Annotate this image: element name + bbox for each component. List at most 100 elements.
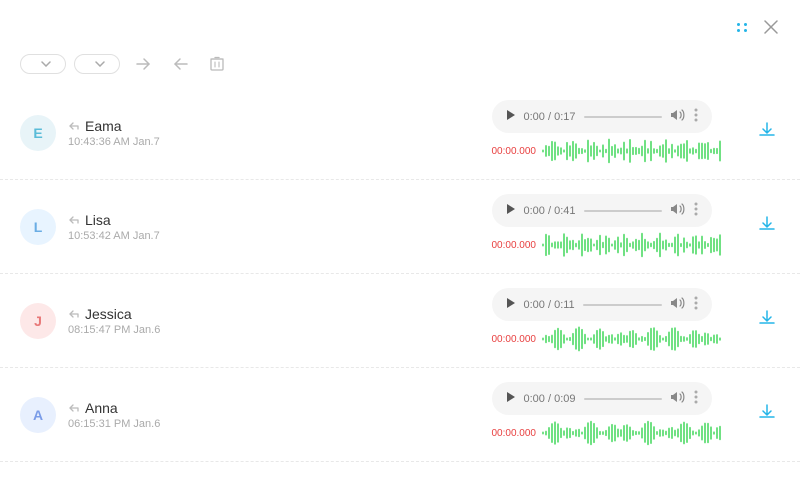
vertical-dots-icon <box>694 390 698 404</box>
waveform-time: 00:00.000 <box>492 334 537 345</box>
time-display: 0:00 / 0:11 <box>524 299 575 311</box>
close-button[interactable] <box>762 18 780 36</box>
download-icon <box>758 403 776 421</box>
title-bar-actions <box>735 18 780 36</box>
progress-bar[interactable] <box>584 398 662 400</box>
play-icon <box>506 297 516 309</box>
call-time: 06:15:31 PM Jan.6 <box>68 418 480 430</box>
player-wrapper: 0:00 / 0:09 <box>492 382 743 447</box>
download-button[interactable] <box>754 399 780 430</box>
player-card: 0:00 / 0:17 <box>492 100 712 133</box>
waveform <box>542 325 742 353</box>
waveform <box>542 419 742 447</box>
call-row: J Jessica 08:15:47 PM Jan.6 0:00 / 0:11 <box>0 274 800 368</box>
trash-icon <box>210 56 224 72</box>
more-options-icon[interactable] <box>694 202 698 219</box>
download-icon <box>758 121 776 139</box>
grid-icon-button[interactable] <box>735 21 750 34</box>
avatar: L <box>20 209 56 245</box>
volume-icon <box>670 108 686 125</box>
close-icon <box>764 20 778 34</box>
reply-call-icon <box>68 121 80 131</box>
volume-icon <box>670 296 686 313</box>
play-button[interactable] <box>506 203 516 218</box>
top-contacts-dropdown[interactable] <box>20 54 66 74</box>
call-info: Lisa 10:53:42 AM Jan.7 <box>68 212 480 242</box>
call-time: 10:43:36 AM Jan.7 <box>68 136 480 148</box>
chevron-down-icon-2 <box>95 61 105 67</box>
calls-list: E Eama 10:43:36 AM Jan.7 0:00 / 0:17 <box>0 86 800 486</box>
play-icon <box>506 391 516 403</box>
time-display: 0:00 / 0:17 <box>524 111 576 123</box>
volume-icon <box>670 202 686 219</box>
call-info: Eama 10:43:36 AM Jan.7 <box>68 118 480 148</box>
time-display: 0:00 / 0:41 <box>524 205 576 217</box>
more-options-icon[interactable] <box>694 296 698 313</box>
waveform-row: 00:00.000 <box>492 417 743 447</box>
volume-icon <box>670 390 686 407</box>
call-time: 08:15:47 PM Jan.6 <box>68 324 480 336</box>
download-icon <box>758 215 776 233</box>
progress-bar[interactable] <box>583 304 662 306</box>
reply-call-icon <box>68 215 80 225</box>
toolbar <box>0 46 800 86</box>
reply-button[interactable] <box>166 52 196 76</box>
waveform-row: 00:00.000 <box>492 229 743 259</box>
call-name: Jessica <box>68 306 480 322</box>
waveform-row: 00:00.000 <box>492 323 743 353</box>
time-display: 0:00 / 0:09 <box>524 393 576 405</box>
call-row: A Anna 06:15:31 PM Jan.6 0:00 / 0:09 <box>0 368 800 462</box>
call-row: E Eama 10:43:36 AM Jan.7 0:00 / 0:17 <box>0 86 800 180</box>
reply-call-icon <box>68 403 80 413</box>
vertical-dots-icon <box>694 296 698 310</box>
avatar: J <box>20 303 56 339</box>
progress-bar[interactable] <box>584 210 662 212</box>
waveform-time: 00:00.000 <box>492 428 537 439</box>
waveform-time: 00:00.000 <box>492 146 537 157</box>
play-button[interactable] <box>506 391 516 406</box>
play-icon <box>506 203 516 215</box>
download-button[interactable] <box>754 211 780 242</box>
more-options-icon[interactable] <box>694 390 698 407</box>
play-button[interactable] <box>506 297 516 312</box>
waveform-row: 00:00.000 <box>492 135 743 165</box>
delete-button[interactable] <box>204 52 230 76</box>
waveform <box>542 231 742 259</box>
dots-grid-icon <box>737 23 748 32</box>
whatsapp-dropdown[interactable] <box>74 54 120 74</box>
call-info: Jessica 08:15:47 PM Jan.6 <box>68 306 480 336</box>
call-name: Eama <box>68 118 480 134</box>
call-name: Lisa <box>68 212 480 228</box>
waveform <box>542 137 742 165</box>
download-button[interactable] <box>754 305 780 336</box>
reply-icon <box>172 56 190 72</box>
player-card: 0:00 / 0:41 <box>492 194 712 227</box>
volume-svg <box>670 202 686 216</box>
download-icon <box>758 309 776 327</box>
reply-call-icon <box>68 309 80 319</box>
player-card: 0:00 / 0:09 <box>492 382 712 415</box>
forward-button[interactable] <box>128 52 158 76</box>
vertical-dots-icon <box>694 108 698 122</box>
volume-svg <box>670 108 686 122</box>
progress-bar[interactable] <box>584 116 662 118</box>
avatar: E <box>20 115 56 151</box>
player-wrapper: 0:00 / 0:17 <box>492 100 743 165</box>
call-info: Anna 06:15:31 PM Jan.6 <box>68 400 480 430</box>
player-wrapper: 0:00 / 0:41 <box>492 194 743 259</box>
call-time: 10:53:42 AM Jan.7 <box>68 230 480 242</box>
waveform-time: 00:00.000 <box>492 240 537 251</box>
player-wrapper: 0:00 / 0:11 <box>492 288 743 353</box>
forward-icon <box>134 56 152 72</box>
vertical-dots-icon <box>694 202 698 216</box>
more-options-icon[interactable] <box>694 108 698 125</box>
player-card: 0:00 / 0:11 <box>492 288 712 321</box>
download-button[interactable] <box>754 117 780 148</box>
play-icon <box>506 109 516 121</box>
volume-svg <box>670 296 686 310</box>
play-button[interactable] <box>506 109 516 124</box>
title-bar <box>0 0 800 46</box>
volume-svg <box>670 390 686 404</box>
avatar: A <box>20 397 56 433</box>
call-name: Anna <box>68 400 480 416</box>
